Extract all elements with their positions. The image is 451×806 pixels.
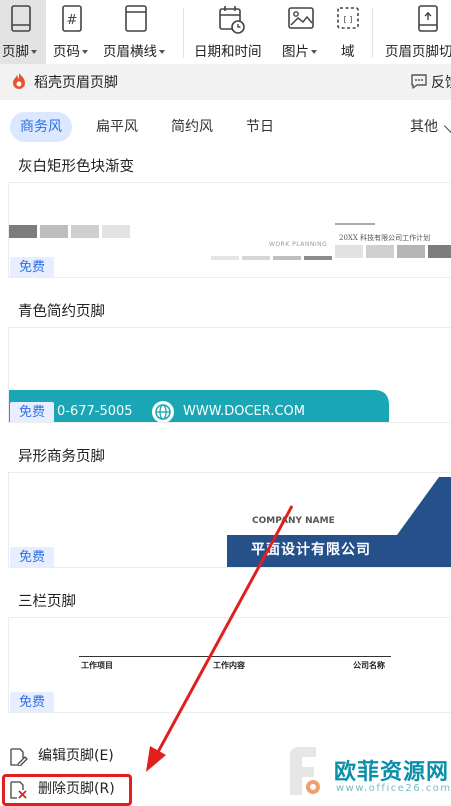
date-time-label: 日期和时间 (194, 44, 262, 60)
footer-button[interactable]: 页脚 (0, 0, 46, 64)
header-footer-switch-icon (416, 4, 442, 38)
highlight-box (2, 774, 132, 806)
chevron-down-icon (82, 50, 88, 54)
page-number-button[interactable]: # 页码 (50, 0, 96, 64)
svg-text:#: # (67, 13, 78, 28)
ribbon-toolbar: 页脚 # 页码 页眉横线 日期和时间 图片 [ ] 域 页眉页脚切 (0, 0, 451, 64)
color-block (40, 225, 68, 238)
color-strip (211, 256, 239, 260)
free-badge: 免费 (10, 257, 54, 277)
tab-minimal[interactable]: 简约风 (171, 112, 213, 142)
docer-logo-icon (12, 73, 26, 89)
globe-icon (151, 400, 175, 422)
page-number-icon: # (58, 4, 86, 38)
panel-title: 稻壳页眉页脚 (34, 75, 118, 91)
header-line-button[interactable]: 页眉横线 (100, 0, 176, 64)
preview-company-en: COMPANY NAME (252, 516, 335, 526)
free-badge: 免费 (10, 547, 54, 567)
tab-more-dropdown[interactable]: 其他 (410, 112, 451, 142)
color-block (102, 225, 130, 238)
edit-page-icon (8, 748, 28, 776)
tab-more-label: 其他 (410, 119, 438, 135)
preview-work-planning: WORK PLANNING (269, 241, 328, 248)
chevron-down-icon (159, 50, 165, 54)
preview-company-text: 20XX 科技有限公司工作计划 (339, 234, 431, 242)
divider-line (79, 656, 391, 657)
template-title: 灰白矩形色块渐变 (18, 159, 134, 175)
ribbon-divider (372, 8, 373, 58)
picture-button[interactable]: 图片 (278, 0, 326, 64)
footer-button-label: 页脚 (2, 44, 29, 60)
page-number-label: 页码 (53, 44, 80, 60)
color-block (335, 245, 363, 258)
color-strip (273, 256, 301, 260)
divider (335, 223, 375, 225)
tab-flat[interactable]: 扁平风 (96, 112, 138, 142)
navy-shape-graphic (227, 477, 451, 567)
color-block (366, 245, 394, 258)
watermark-url: www.office26.com (336, 783, 451, 794)
preview-col1: 工作项目 (81, 661, 113, 670)
color-strip (242, 256, 270, 260)
header-line-icon (122, 4, 150, 38)
edit-footer-label: 编辑页脚(E) (38, 748, 114, 764)
color-block (397, 245, 425, 258)
color-block (428, 245, 451, 258)
preview-phone: 0-677-5005 (57, 404, 133, 419)
date-time-button[interactable]: 日期和时间 (190, 0, 272, 64)
field-icon: [ ] (334, 4, 362, 38)
color-block (71, 225, 99, 238)
watermark-logo-icon (282, 745, 332, 805)
tab-holiday[interactable]: 节日 (246, 112, 274, 142)
template-card-teal-minimal[interactable]: 0-677-5005 WWW.DOCER.COM 免费 (8, 327, 451, 423)
template-card-irregular-business[interactable]: COMPANY NAME 平面设计有限公司 免费 (8, 472, 451, 568)
template-title: 青色简约页脚 (18, 304, 105, 320)
header-footer-switch-button[interactable]: 页眉页脚切 (382, 0, 451, 64)
free-badge: 免费 (10, 692, 54, 712)
picture-label: 图片 (282, 44, 309, 60)
calendar-clock-icon (217, 4, 247, 40)
feedback-icon[interactable] (410, 73, 428, 94)
preview-col3: 公司名称 (353, 661, 385, 670)
preview-col2: 工作内容 (213, 661, 245, 670)
watermark-name: 欧菲资源网 (334, 760, 450, 785)
tab-business[interactable]: 商务风 (10, 112, 72, 142)
feedback-link[interactable]: 反馈 (431, 72, 451, 92)
header-line-label: 页眉横线 (103, 44, 157, 60)
preview-url: WWW.DOCER.COM (183, 404, 305, 419)
field-button[interactable]: [ ] 域 (330, 0, 366, 64)
svg-text:[ ]: [ ] (344, 15, 353, 24)
image-icon (286, 4, 316, 38)
template-title: 三栏页脚 (18, 594, 76, 610)
page-footer-icon (7, 4, 35, 38)
chevron-down-icon (444, 118, 451, 134)
ribbon-divider (183, 8, 184, 58)
color-block (9, 225, 37, 238)
field-label: 域 (341, 44, 355, 60)
chevron-down-icon (31, 50, 37, 54)
free-badge: 免费 (10, 402, 54, 422)
preview-company-cn: 平面设计有限公司 (251, 542, 371, 558)
header-footer-switch-label: 页眉页脚切 (385, 44, 451, 60)
template-card-three-column[interactable]: 工作项目 工作内容 公司名称 免费 (8, 617, 451, 713)
template-title: 异形商务页脚 (18, 449, 105, 465)
template-card-gray-gradient[interactable]: 20XX 科技有限公司工作计划 WORK PLANNING 免费 (8, 182, 451, 278)
color-strip (304, 256, 332, 260)
chevron-down-icon (311, 50, 317, 54)
